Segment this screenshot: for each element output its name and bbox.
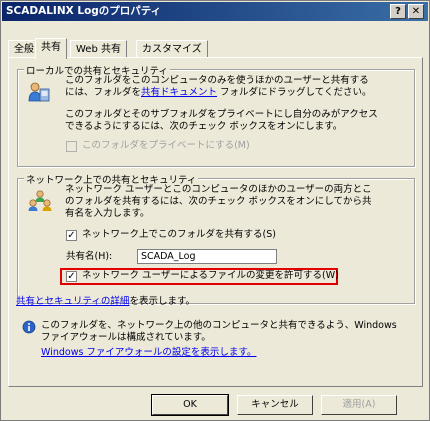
ok-button[interactable]: OK bbox=[151, 394, 229, 416]
share-name-label: 共有名(H): bbox=[66, 251, 113, 262]
users-icon bbox=[28, 82, 50, 102]
network-users-icon bbox=[28, 190, 52, 211]
cancel-button[interactable]: キャンセル bbox=[237, 395, 313, 415]
network-text-line3: 有名を入力します。 bbox=[65, 208, 150, 219]
private-checkbox-label: このフォルダをプライベートにする(M) bbox=[82, 140, 250, 151]
local-text-line2-pre: には、フォルダを bbox=[65, 87, 142, 98]
share-name-input[interactable]: SCADA_Log bbox=[137, 249, 277, 264]
sharing-details-line: 共有とセキュリティの詳細を表示します。 bbox=[16, 296, 195, 308]
local-sharing-group: ローカルでの共有とセキュリティ このフォルダをこのコンピュータのみを使うほかのユ… bbox=[17, 63, 415, 167]
allow-change-checkbox[interactable]: ✓ bbox=[66, 271, 77, 282]
local-text-line4: できるようにするには、次のチェック ボックスをオンにします。 bbox=[65, 121, 343, 132]
sharing-details-suffix: を表示します。 bbox=[129, 296, 195, 307]
sharing-panel: ローカルでの共有とセキュリティ このフォルダをこのコンピュータのみを使うほかのユ… bbox=[8, 57, 423, 387]
local-text-line2: には、フォルダを共有ドキュメント フォルダにドラッグしてください。 bbox=[65, 87, 371, 99]
local-text-line2-post: フォルダにドラッグしてください。 bbox=[217, 87, 372, 98]
title-bar: SCADALINX Logのプロパティ ? ✕ bbox=[2, 2, 428, 21]
properties-dialog: SCADALINX Logのプロパティ ? ✕ 全般 共有 Web 共有 カスタ… bbox=[0, 0, 430, 421]
window-title: SCADALINX Logのプロパティ bbox=[6, 5, 162, 17]
local-text-line3: このフォルダとそのサブフォルダをプライベートにし自分のみがアクセス bbox=[65, 109, 378, 120]
network-text-line1: ネットワーク ユーザーとこのコンピュータのほかのユーザーの両方とこ bbox=[65, 184, 372, 195]
firewall-text-line2: ファイアウォールは構成されています。 bbox=[41, 332, 211, 343]
shared-documents-link[interactable]: 共有ドキュメント bbox=[141, 87, 217, 98]
help-button[interactable]: ? bbox=[390, 4, 406, 19]
network-text-line2: のフォルダを共有するには、次のチェック ボックスをオンにしてから共 bbox=[65, 196, 372, 207]
info-icon bbox=[22, 320, 36, 334]
share-on-network-label: ネットワーク上でこのフォルダを共有する(S) bbox=[82, 229, 276, 240]
close-button[interactable]: ✕ bbox=[408, 4, 424, 19]
tab-sharing[interactable]: 共有 bbox=[35, 38, 67, 59]
tab-web-sharing[interactable]: Web 共有 bbox=[70, 40, 127, 58]
sharing-details-link[interactable]: 共有とセキュリティの詳細 bbox=[16, 296, 129, 307]
firewall-settings-link[interactable]: Windows ファイアウォールの設定を表示します。 bbox=[41, 347, 256, 359]
allow-change-label: ネットワーク ユーザーによるファイルの変更を許可する(W) bbox=[82, 270, 339, 281]
private-checkbox[interactable] bbox=[66, 141, 77, 152]
share-on-network-checkbox[interactable]: ✓ bbox=[66, 230, 77, 241]
network-sharing-group: ネットワーク上での共有とセキュリティ ネットワーク ユーザーとこのコンピュータの… bbox=[17, 172, 415, 304]
firewall-text-line1: このフォルダを、ネットワーク上の他のコンピュータと共有できるよう、Windows bbox=[41, 320, 397, 331]
apply-button[interactable]: 適用(A) bbox=[321, 395, 397, 415]
local-text-line1: このフォルダをこのコンピュータのみを使うほかのユーザーと共有する bbox=[65, 75, 369, 86]
tab-customize[interactable]: カスタマイズ bbox=[136, 40, 208, 58]
